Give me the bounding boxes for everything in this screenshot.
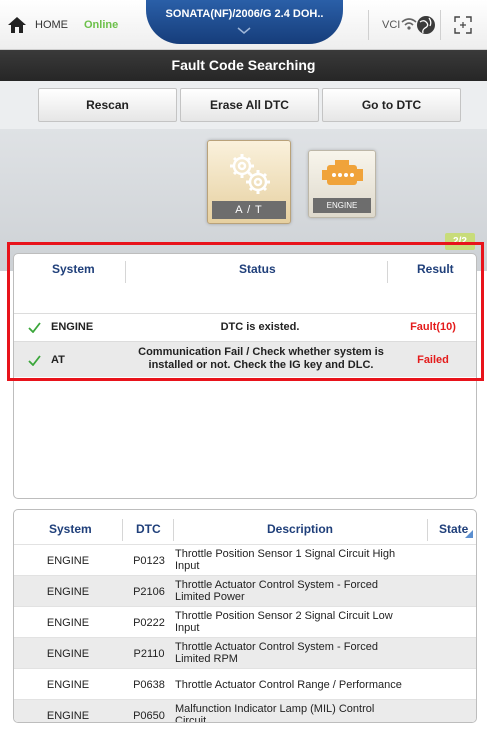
column-divider — [173, 519, 174, 541]
dtc-system: ENGINE — [46, 555, 90, 567]
erase-all-dtc-button[interactable]: Erase All DTC — [180, 88, 319, 122]
vehicle-info-tab[interactable]: SONATA(NF)/2006/G 2.4 DOH.. — [146, 0, 343, 44]
dtc-table: System DTC Description State ENGINE P012… — [13, 509, 477, 723]
top-bar: HOME Online SONATA(NF)/2006/G 2.4 DOH.. … — [0, 0, 487, 50]
gears-icon — [230, 154, 270, 194]
page-title: Fault Code Searching — [0, 50, 487, 81]
table-row[interactable]: ENGINE P2110 Throttle Actuator Control S… — [14, 637, 476, 668]
dtc-header-description: Description — [267, 522, 334, 536]
dtc-system: ENGINE — [46, 679, 90, 691]
divider — [368, 10, 369, 40]
rescan-button[interactable]: Rescan — [38, 88, 177, 122]
dtc-system: ENGINE — [46, 710, 90, 722]
dtc-code: P2106 — [133, 586, 165, 598]
dtc-system: ENGINE — [46, 617, 90, 629]
dtc-description-line1: Malfunction Indicator Lamp (MIL) Control — [175, 703, 375, 715]
online-status: Online — [84, 19, 119, 31]
dtc-description: Throttle Position Sensor 2 Signal Circui… — [175, 610, 431, 634]
dtc-code: P0638 — [133, 679, 165, 691]
vehicle-title: SONATA(NF)/2006/G 2.4 DOH.. — [165, 8, 324, 20]
dtc-description-line2: Input — [175, 560, 200, 572]
dtc-description: Throttle Actuator Control System - Force… — [175, 579, 431, 603]
sort-icon[interactable] — [465, 530, 473, 538]
dtc-header-system: System — [49, 522, 92, 536]
dtc-code: P2110 — [133, 648, 165, 660]
home-icon[interactable] — [8, 17, 26, 33]
globe-icon[interactable] — [415, 14, 437, 36]
vci-label: VCI — [382, 19, 401, 31]
dtc-description: Throttle Actuator Control Range / Perfor… — [175, 679, 402, 691]
module-at-button[interactable]: A / T — [207, 140, 291, 224]
dtc-description-line2: Limited RPM — [175, 653, 238, 665]
dtc-code: P0222 — [133, 617, 165, 629]
table-row[interactable]: ENGINE P0222 Throttle Position Sensor 2 … — [14, 606, 476, 637]
dtc-description-line1: Throttle Actuator Control System - Force… — [175, 579, 378, 591]
toolbar: Rescan Erase All DTC Go to DTC — [0, 81, 487, 129]
home-label[interactable]: HOME — [35, 19, 68, 31]
dtc-code: P0123 — [133, 555, 165, 567]
dtc-description-line1: Throttle Position Sensor 2 Signal Circui… — [175, 610, 393, 622]
module-engine-button[interactable]: ENGINE — [308, 150, 376, 218]
dtc-code: P0650 — [133, 710, 165, 722]
highlight-box — [7, 242, 484, 381]
dtc-system: ENGINE — [46, 648, 90, 660]
dtc-description-line2: Circuit — [175, 715, 207, 723]
dtc-description-line2: Input — [175, 622, 200, 634]
dtc-description-line1: Throttle Actuator Control System - Force… — [175, 641, 378, 653]
go-to-dtc-button[interactable]: Go to DTC — [322, 88, 461, 122]
module-engine-label: ENGINE — [313, 198, 371, 213]
expand-icon[interactable] — [454, 16, 472, 34]
engine-icon — [322, 160, 363, 185]
module-at-label: A / T — [212, 201, 286, 219]
table-row[interactable]: ENGINE P0123 Throttle Position Sensor 1 … — [14, 544, 476, 575]
table-row[interactable]: ENGINE P0650 Malfunction Indicator Lamp … — [14, 699, 476, 723]
dtc-description-line2: Limited Power — [175, 591, 245, 603]
dtc-header-state[interactable]: State — [439, 522, 468, 538]
dtc-description: Throttle Actuator Control System - Force… — [175, 641, 431, 665]
column-divider — [122, 519, 123, 541]
dtc-header-dtc: DTC — [136, 522, 161, 536]
dtc-description: Throttle Position Sensor 1 Signal Circui… — [175, 548, 431, 572]
dtc-system: ENGINE — [46, 586, 90, 598]
table-row[interactable]: ENGINE P0638 Throttle Actuator Control R… — [14, 668, 476, 699]
chevron-down-icon[interactable] — [237, 27, 251, 35]
column-divider — [427, 519, 428, 541]
table-row[interactable]: ENGINE P2106 Throttle Actuator Control S… — [14, 575, 476, 606]
dtc-description-line1: Throttle Position Sensor 1 Signal Circui… — [175, 548, 396, 560]
divider — [440, 10, 441, 40]
dtc-description: Malfunction Indicator Lamp (MIL) Control… — [175, 703, 431, 723]
